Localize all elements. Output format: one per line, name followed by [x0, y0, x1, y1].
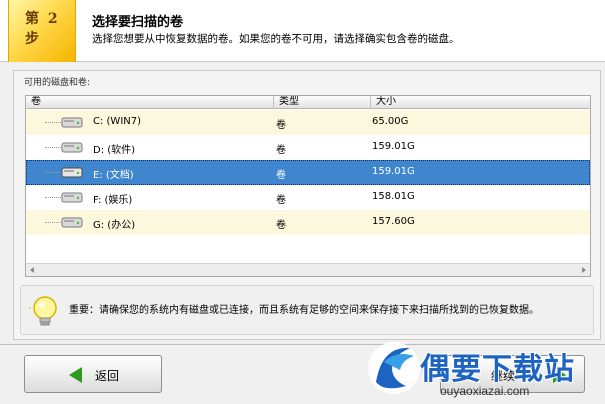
scroll-left-icon[interactable]: [30, 267, 34, 273]
tree-branch: [45, 172, 61, 173]
volume-type: 卷: [276, 120, 286, 131]
step-badge: 第 2 步: [8, 0, 76, 62]
important-note: 重要：请确保您的系统内有磁盘或已连接，而且系统有足够的空间来保存接下来扫描所找到…: [20, 285, 594, 335]
disk-drive-icon: [61, 192, 83, 203]
volume-name: C: (WIN7): [93, 116, 142, 127]
volume-name: F: (娱乐): [93, 195, 133, 206]
disk-drive-icon: [61, 142, 83, 153]
back-button[interactable]: 返回: [24, 355, 162, 393]
tree-branch: [45, 222, 61, 223]
step-number: 第 2 步: [25, 11, 60, 47]
volume-row-g[interactable]: G: (办公) 卷 157.60G: [26, 210, 590, 235]
scroll-right-icon[interactable]: [582, 267, 586, 273]
disk-drive-icon: [61, 117, 83, 128]
page-title: 选择要扫描的卷: [92, 15, 184, 30]
volume-type: 卷: [276, 195, 286, 206]
back-button-label: 返回: [95, 369, 120, 383]
volume-row-c[interactable]: C: (WIN7) 卷 65.00G: [26, 110, 590, 135]
volume-size: 65.00G: [372, 116, 409, 127]
volume-row-f[interactable]: F: (娱乐) 卷 158.01G: [26, 185, 590, 210]
tree-branch: [45, 122, 61, 123]
disk-drive-icon: [61, 167, 83, 178]
volume-name: D: (软件): [93, 145, 136, 156]
wizard-header: 第 2 步 选择要扫描的卷 选择您想要从中恢复数据的卷。如果您的卷不可用，请选择…: [0, 0, 605, 62]
note-text: 重要：请确保您的系统内有磁盘或已连接，而且系统有足够的空间来保存接下来扫描所找到…: [69, 305, 539, 316]
tree-branch: [45, 197, 61, 198]
volume-type: 卷: [276, 170, 286, 181]
volume-size: 158.01G: [372, 191, 415, 202]
watermark-url: ouyaoxiazai.com: [440, 384, 530, 398]
volumes-label: 可用的磁盘和卷:: [24, 78, 91, 88]
volumes-list[interactable]: 卷 类型 大小 C: (WIN7) 卷 65.00G D: (软件) 卷 159…: [25, 95, 591, 277]
horizontal-scrollbar[interactable]: [26, 263, 590, 276]
volume-row-d[interactable]: D: (软件) 卷 159.01G: [26, 135, 590, 160]
volume-name: G: (办公): [93, 220, 136, 231]
volume-row-e[interactable]: E: (文档) 卷 159.01G: [26, 160, 590, 185]
tree-branch: [45, 147, 61, 148]
disk-drive-icon: [61, 217, 83, 228]
watermark-text: 偶要下载站: [420, 352, 575, 387]
volumes-panel: 可用的磁盘和卷: 卷 类型 大小 C: (WIN7) 卷 65.00G D: (…: [13, 70, 601, 340]
volume-type: 卷: [276, 145, 286, 156]
column-header-volume[interactable]: 卷: [26, 96, 274, 109]
page-subtitle: 选择您想要从中恢复数据的卷。如果您的卷不可用，请选择确实包含卷的磁盘。: [92, 33, 460, 45]
back-arrow-icon: [69, 367, 82, 383]
column-header-type[interactable]: 类型: [274, 96, 371, 109]
volume-name: E: (文档): [93, 170, 134, 181]
lightbulb-icon: [29, 296, 57, 326]
column-header-size[interactable]: 大小: [371, 96, 590, 109]
volume-size: 159.01G: [372, 141, 415, 152]
volume-type: 卷: [276, 220, 286, 231]
volume-size: 157.60G: [372, 216, 415, 227]
volume-size: 159.01G: [372, 166, 415, 177]
list-header: 卷 类型 大小: [26, 96, 590, 109]
